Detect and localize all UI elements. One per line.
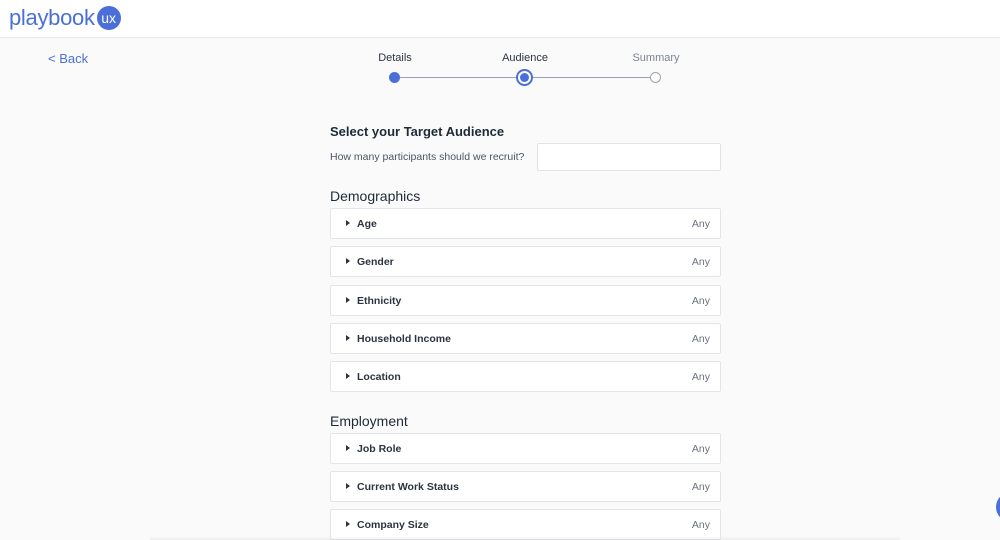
filter-value: Any [691,443,710,455]
filter-label: Job Role [357,443,402,455]
filter-row-ethnicity[interactable]: Ethnicity Any [330,285,721,316]
progress-stepper: Details Audience Summary [350,50,690,90]
caret-right-icon [346,445,350,451]
caret-right-icon [346,521,350,527]
filter-label: Household Income [357,333,451,345]
step-label-summary: Summary [632,52,680,64]
filter-value: Any [691,256,710,268]
filter-value: Any [691,295,710,307]
step-dot-summary[interactable] [650,72,661,83]
filter-row-household-income[interactable]: Household Income Any [330,323,721,354]
logo-badge: ux [96,6,121,30]
caret-right-icon [346,373,350,379]
step-dot-details[interactable] [389,72,400,83]
caret-right-icon [346,297,350,303]
filter-row-age[interactable]: Age Any [330,208,721,239]
filter-value: Any [691,481,710,493]
footer-shadow [150,536,900,540]
filter-value: Any [691,371,710,383]
app-header: playbook ux [0,0,1000,38]
filter-label: Gender [357,256,394,268]
step-connector [400,77,516,78]
demographics-heading: Demographics [330,188,421,204]
filter-label: Current Work Status [357,481,459,493]
caret-right-icon [346,258,350,264]
caret-right-icon [346,483,350,489]
filter-label: Ethnicity [357,295,402,307]
filter-row-current-work-status[interactable]: Current Work Status Any [330,471,721,502]
filter-row-location[interactable]: Location Any [330,361,721,392]
logo-text: playbook [9,5,95,30]
filter-row-gender[interactable]: Gender Any [330,246,721,277]
employment-heading: Employment [330,413,408,429]
filter-label: Company Size [357,519,429,531]
filter-value: Any [691,519,710,531]
filter-label: Location [357,371,401,383]
caret-right-icon [346,335,350,341]
filter-label: Age [357,218,377,230]
step-label-details: Details [378,52,412,64]
filter-row-job-role[interactable]: Job Role Any [330,433,721,464]
participants-input[interactable] [537,143,721,171]
help-chat-button[interactable] [996,492,1000,522]
step-label-audience: Audience [502,52,548,64]
step-dot-audience[interactable] [516,69,533,86]
back-link[interactable]: < Back [48,51,88,66]
filter-value: Any [691,218,710,230]
participants-question: How many participants should we recruit? [330,151,525,163]
caret-right-icon [346,220,350,226]
step-connector [533,77,650,78]
page-title: Select your Target Audience [330,124,505,139]
playbook-ux-logo[interactable]: playbook ux [9,5,121,31]
filter-value: Any [691,333,710,345]
